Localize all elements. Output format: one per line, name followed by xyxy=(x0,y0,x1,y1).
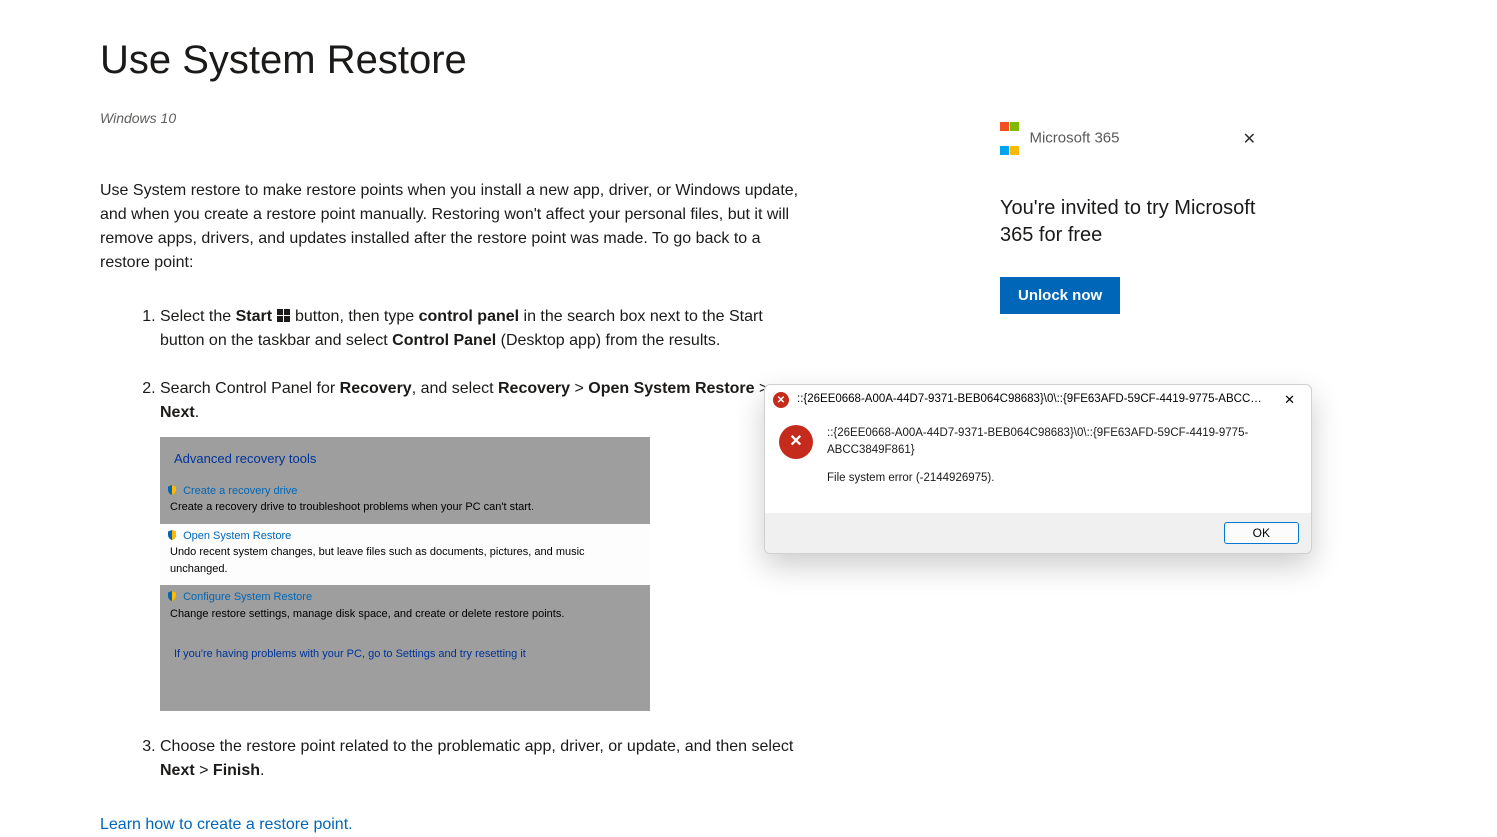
recovery-hint: If you're having problems with your PC, … xyxy=(160,630,650,671)
intro-paragraph: Use System restore to make restore point… xyxy=(100,179,800,275)
unlock-now-button[interactable]: Unlock now xyxy=(1000,277,1120,314)
page-title: Use System Restore xyxy=(100,30,800,90)
dialog-line1: ::{26EE0668-A00A-44D7-9371-BEB064C98683}… xyxy=(827,425,1293,460)
error-icon: ✕ xyxy=(779,425,813,459)
ok-button[interactable]: OK xyxy=(1224,522,1299,544)
dialog-title: ::{26EE0668-A00A-44D7-9371-BEB064C98683}… xyxy=(797,391,1268,408)
close-icon: ✕ xyxy=(1284,392,1295,407)
microsoft-logo-icon xyxy=(1000,122,1019,155)
shield-icon xyxy=(166,590,178,602)
close-icon: ✕ xyxy=(1243,131,1256,148)
promo-card: Microsoft 365 ✕ You're invited to try Mi… xyxy=(1000,122,1260,314)
recovery-heading: Advanced recovery tools xyxy=(160,437,650,479)
promo-close-button[interactable]: ✕ xyxy=(1239,125,1260,153)
shield-icon xyxy=(166,529,178,541)
applies-to: Windows 10 xyxy=(100,108,800,129)
error-dialog: ✕ ::{26EE0668-A00A-44D7-9371-BEB064C9868… xyxy=(764,384,1312,554)
shield-icon xyxy=(166,484,178,496)
steps-list: Select the Start button, then type contr… xyxy=(100,305,800,783)
learn-link[interactable]: Learn how to create a restore point. xyxy=(100,813,800,837)
windows-logo-icon xyxy=(277,308,291,322)
step-2: Search Control Panel for Recovery, and s… xyxy=(160,377,800,711)
promo-text: You're invited to try Microsoft 365 for … xyxy=(1000,195,1260,249)
recovery-item: Configure System Restore Change restore … xyxy=(160,585,650,630)
step-1: Select the Start button, then type contr… xyxy=(160,305,800,353)
recovery-item: Create a recovery drive Create a recover… xyxy=(160,479,650,524)
start-bold: Start xyxy=(236,308,272,325)
dialog-titlebar: ✕ ::{26EE0668-A00A-44D7-9371-BEB064C9868… xyxy=(765,385,1311,415)
error-icon: ✕ xyxy=(773,392,789,408)
promo-brand: Microsoft 365 xyxy=(1029,130,1119,147)
dialog-body: ::{26EE0668-A00A-44D7-9371-BEB064C98683}… xyxy=(827,425,1293,497)
dialog-line2: File system error (-2144926975). xyxy=(827,470,1293,487)
step-3: Choose the restore point related to the … xyxy=(160,735,800,783)
step-1-text: Select the xyxy=(160,308,236,325)
promo-brand-wrap: Microsoft 365 xyxy=(1000,122,1120,155)
recovery-tools-image: Advanced recovery tools Create a recover… xyxy=(160,437,650,711)
recovery-item: Open System Restore Undo recent system c… xyxy=(160,524,650,586)
dialog-close-button[interactable]: ✕ xyxy=(1276,390,1303,410)
